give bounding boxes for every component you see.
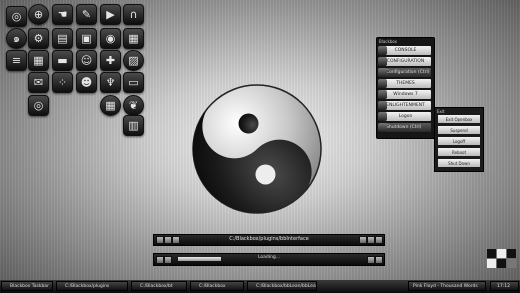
sliders-icon[interactable]: ≡	[6, 50, 27, 71]
dots-icon[interactable]: ⁘	[52, 72, 73, 93]
menu-item-label: Windows 7	[393, 92, 418, 97]
menu-item-icon	[378, 112, 387, 121]
gamepad-icon[interactable]: ✚	[100, 50, 121, 71]
menu-item-label: Configuration (Ctrl)	[386, 70, 430, 75]
menu-item[interactable]: Configuration (Ctrl)	[378, 68, 431, 77]
camera-icon[interactable]: ◉	[100, 28, 121, 49]
terminal-icon[interactable]: ▭	[123, 72, 144, 93]
track-text: Pink Floyd - Thousand Words	[413, 283, 478, 289]
progress-status: Loading...	[257, 255, 281, 260]
menu-item-icon	[378, 79, 387, 88]
dock-button[interactable]	[367, 256, 375, 264]
menu-item-icon	[378, 46, 387, 55]
taskbar-task[interactable]: C:/Blackbox	[190, 281, 244, 291]
document-icon[interactable]: ▦	[123, 28, 144, 49]
blackbox-menu: Blackbox CONSOLE CONFIGURATION Configurati…	[376, 37, 435, 139]
bbinterface-path-bar[interactable]: C:/Blackbox/plugins/bbInterface	[153, 234, 385, 246]
settings-icon[interactable]: ⚙	[28, 28, 49, 49]
submenu-item[interactable]: Logoff	[438, 137, 480, 145]
taskbar-task[interactable]: Blackbox Taskbar	[1, 281, 53, 291]
pencil-icon[interactable]: ✎	[76, 4, 97, 25]
dock-button[interactable]	[367, 236, 375, 244]
media-track-label[interactable]: Pink Floyd - Thousand Words	[408, 281, 486, 291]
photo-icon[interactable]: ▨	[123, 50, 144, 71]
video-icon[interactable]: ▶	[100, 4, 121, 25]
dock-button[interactable]	[156, 236, 164, 244]
yin-yang-wallpaper-logo	[192, 84, 322, 214]
submenu-title: Exit	[437, 109, 445, 114]
dock-button[interactable]	[375, 256, 383, 264]
menu-item-label: Logon	[398, 114, 413, 119]
path-text: C:/Blackbox/plugins/bbInterface	[229, 236, 309, 242]
browser-globe-icon[interactable]: ◎	[6, 6, 27, 27]
dock-button[interactable]	[359, 236, 367, 244]
menu-item[interactable]: CONSOLE	[378, 46, 431, 55]
menu-item[interactable]: CONFIGURATION	[378, 57, 431, 66]
taskbar-task[interactable]: C:/Blackbox/bt	[131, 281, 187, 291]
mail-icon[interactable]: ✉	[28, 72, 49, 93]
clock-text: 17:12	[497, 283, 510, 289]
camera-lens-icon[interactable]: ◎	[28, 95, 49, 116]
taskbar-task[interactable]: C:/Blackbox/bbLean/bbLean	[247, 281, 317, 291]
menu-item[interactable]: Logon	[378, 112, 431, 121]
menu-title: Blackbox	[379, 39, 398, 44]
exit-submenu: Exit Exit Openbox Suspend Logoff Reboot Shut…	[434, 107, 484, 172]
dock-button[interactable]	[164, 256, 172, 264]
grid-icon[interactable]: ▦	[28, 50, 49, 71]
menu-item-label: CONFIGURATION	[386, 59, 425, 64]
dock-button[interactable]	[156, 256, 164, 264]
leaf-icon[interactable]: ❦	[123, 95, 144, 116]
equalizer-icon[interactable]: ▥	[123, 115, 144, 136]
contacts-icon[interactable]: ☻	[76, 72, 97, 93]
menu-item[interactable]: Windows 7	[378, 90, 431, 99]
submenu-item[interactable]: Reboot	[438, 148, 480, 156]
dock-button[interactable]	[375, 236, 383, 244]
menu-item-icon	[378, 68, 387, 77]
taskbar-task[interactable]: C:/Blackbox/plugins	[56, 281, 128, 291]
submenu-item[interactable]: Exit Openbox	[438, 115, 480, 123]
clock[interactable]: 17:12	[490, 281, 519, 291]
swirl-icon[interactable]: ๑	[6, 28, 27, 49]
menu-item-icon	[378, 123, 387, 132]
submenu-item[interactable]: Suspend	[438, 126, 480, 134]
menu-item-label: Shutdown (Ctrl)	[386, 125, 422, 130]
calculator-icon[interactable]: ▦	[100, 95, 121, 116]
menu-item-icon	[378, 90, 387, 99]
people-icon[interactable]: ☺	[76, 50, 97, 71]
menu-item-label: THEMES	[396, 81, 415, 86]
notes-icon[interactable]: ▤	[52, 28, 73, 49]
submenu-item[interactable]: Shut Down	[438, 159, 480, 167]
menu-item[interactable]: ENLIGHTENMENT	[378, 101, 431, 110]
menu-item-label: ENLIGHTENMENT	[386, 103, 425, 108]
dock-button[interactable]	[172, 236, 180, 244]
network-globe-icon[interactable]: ⊕	[28, 4, 49, 25]
menu-item[interactable]: THEMES	[378, 79, 431, 88]
menu-item[interactable]: Shutdown (Ctrl)	[378, 123, 431, 132]
menu-item-icon	[378, 101, 387, 110]
headphones-icon[interactable]: ∩	[123, 4, 144, 25]
tray-squares	[487, 249, 517, 271]
image-icon[interactable]: ▣	[76, 28, 97, 49]
progress-bar: Loading...	[153, 253, 385, 266]
menu-item-label: CONSOLE	[394, 48, 417, 53]
finder-icon[interactable]: ☚	[52, 4, 73, 25]
menu-item-icon	[378, 57, 387, 66]
dock-button[interactable]	[164, 236, 172, 244]
microphone-icon[interactable]: ♆	[100, 72, 121, 93]
filmstrip-icon[interactable]: ▬	[52, 50, 73, 71]
